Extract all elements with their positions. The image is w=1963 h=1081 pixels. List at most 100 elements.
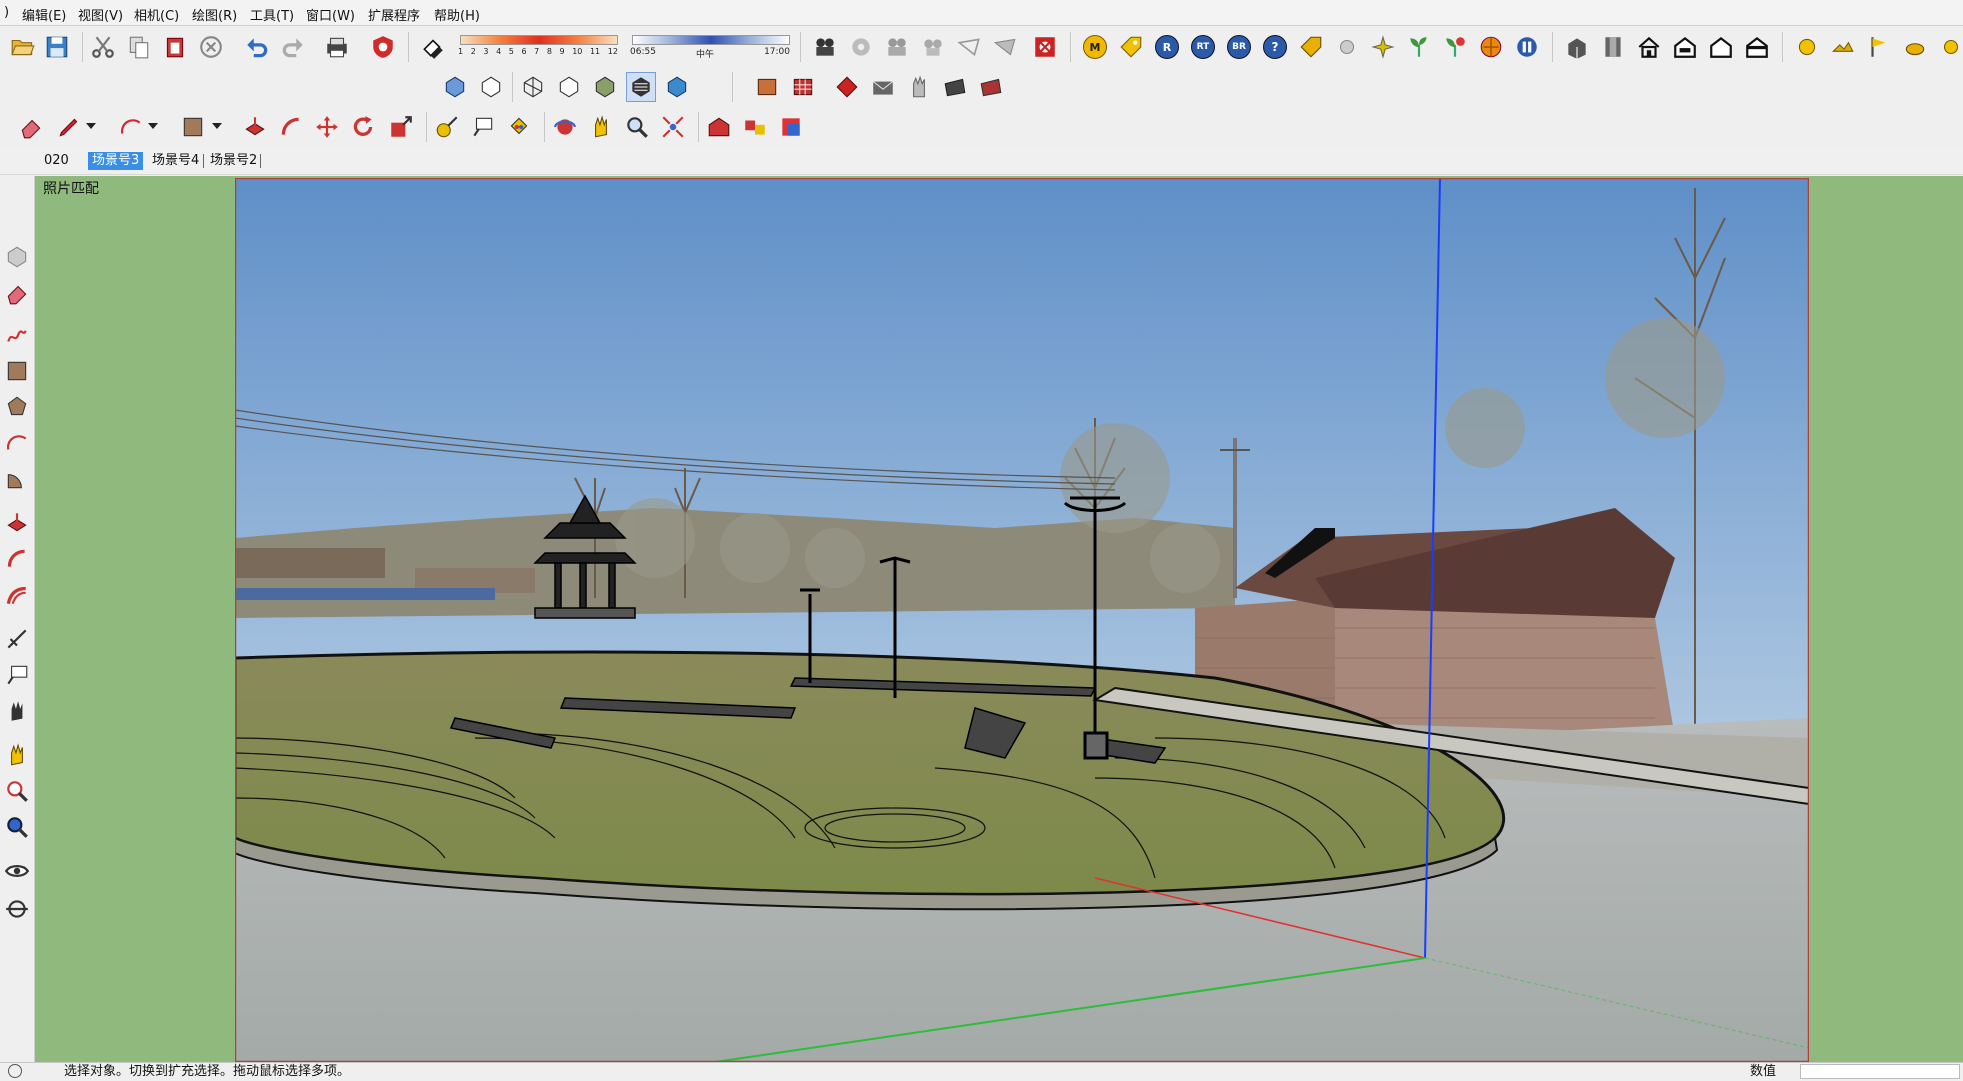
plugin-help-button[interactable]: ? (1260, 32, 1290, 62)
arc-tool[interactable] (116, 112, 146, 142)
left-zoom-tool[interactable] (2, 776, 32, 806)
menu-tools[interactable]: 工具(T) (250, 5, 294, 24)
extension-warehouse-button[interactable] (776, 112, 806, 142)
view-front-button[interactable] (1634, 32, 1664, 62)
plugin-m-button[interactable]: M (1080, 32, 1110, 62)
shadow-month-slider[interactable]: 1 2 3 4 5 6 7 8 9 10 11 12 (458, 33, 618, 63)
style-wireframe-button[interactable] (518, 72, 548, 102)
plugin-plane3-button[interactable] (940, 72, 970, 102)
scene-tab-3[interactable]: 场景号3 (88, 152, 144, 170)
follow-me-tool[interactable] (276, 112, 306, 142)
plugin-r-button[interactable]: R (1152, 32, 1182, 62)
text-tool[interactable] (468, 112, 498, 142)
plugin-disabled-button[interactable] (846, 32, 876, 62)
orbit-tool[interactable] (550, 112, 580, 142)
menu-help[interactable]: 帮助(H) (434, 5, 480, 24)
paste-button[interactable] (160, 32, 190, 62)
menu-item-file-partial[interactable]: ) (4, 5, 9, 20)
scale-tool[interactable] (386, 112, 416, 142)
shape-dropdown-arrow[interactable] (212, 123, 222, 129)
left-text-tool[interactable] (2, 660, 32, 690)
view-back-button[interactable] (1706, 32, 1736, 62)
plugin-plane2-button[interactable] (990, 32, 1020, 62)
left-pie-tool[interactable] (2, 464, 32, 494)
plugin-orange-button[interactable] (1476, 32, 1506, 62)
tape-measure-tool[interactable] (432, 112, 462, 142)
line-dropdown-arrow[interactable] (86, 123, 96, 129)
plugin-glove-button[interactable] (904, 72, 934, 102)
save-button[interactable] (42, 32, 72, 62)
plugin-star-button[interactable] (1368, 32, 1398, 62)
left-axes-tool[interactable] (2, 696, 32, 726)
redo-button[interactable] (278, 32, 308, 62)
erase-button[interactable] (196, 32, 226, 62)
left-offset-tool[interactable] (2, 580, 32, 610)
menu-draw[interactable]: 绘图(R) (192, 5, 237, 24)
left-pan-tool[interactable] (2, 740, 32, 770)
pan-tool[interactable] (586, 112, 616, 142)
menu-view[interactable]: 视图(V) (78, 5, 123, 24)
plugin-tag2-button[interactable] (1296, 32, 1326, 62)
plugin-br-button[interactable]: BR (1224, 32, 1254, 62)
style-backedges-button[interactable] (476, 72, 506, 102)
view-right-button[interactable] (1670, 32, 1700, 62)
layer-button[interactable] (1900, 32, 1930, 62)
left-rect-tool[interactable] (2, 356, 32, 386)
modeling-viewport[interactable]: 照片匹配 (35, 176, 1963, 1062)
plugin-red-button[interactable] (1030, 32, 1060, 62)
view-iso-button[interactable] (1562, 32, 1592, 62)
shadow-time-slider[interactable]: 06:55 中午 17:00 (630, 33, 790, 63)
menu-extensions[interactable]: 扩展程序 (368, 5, 420, 24)
plugin-rt-button[interactable]: RT (1188, 32, 1218, 62)
scene-tab-2[interactable]: 场景号2 (206, 152, 261, 170)
plugin-sphere-button[interactable] (1332, 32, 1362, 62)
left-polygon-tool[interactable] (2, 392, 32, 422)
plugin-tag-button[interactable] (1116, 32, 1146, 62)
open-button[interactable] (8, 32, 38, 62)
plugin-diamond-button[interactable] (832, 72, 862, 102)
scene-tab-4[interactable]: 场景号4 (148, 152, 203, 170)
left-tape-tool[interactable] (2, 624, 32, 654)
model-info-button[interactable] (368, 32, 398, 62)
rotate-tool[interactable] (348, 112, 378, 142)
plugin-render-button[interactable] (810, 32, 840, 62)
undo-button[interactable] (242, 32, 272, 62)
style-textured-button[interactable] (626, 72, 656, 102)
push-pull-tool[interactable] (240, 112, 270, 142)
photo-match-scene[interactable] (235, 178, 1809, 1062)
paint-bucket-tool[interactable] (504, 112, 534, 142)
move-tool[interactable] (312, 112, 342, 142)
copy-button[interactable] (124, 32, 154, 62)
left-pushpull-tool[interactable] (2, 508, 32, 538)
left-arc-tool[interactable] (2, 428, 32, 458)
plugin-plane4-button[interactable] (976, 72, 1006, 102)
left-zoomwindow-tool[interactable] (2, 812, 32, 842)
left-section-tool[interactable] (2, 894, 32, 924)
plugin-camera2-button[interactable] (882, 32, 912, 62)
components-button[interactable] (740, 112, 770, 142)
left-select-tool[interactable] (2, 242, 32, 272)
warehouse-button[interactable] (704, 112, 734, 142)
sandbox-button[interactable] (1828, 32, 1858, 62)
left-freehand-tool[interactable] (2, 320, 32, 350)
zoom-extents-tool[interactable] (658, 112, 688, 142)
plugin-pause-button[interactable] (1512, 32, 1542, 62)
location-button[interactable] (1792, 32, 1822, 62)
measurements-input[interactable] (1800, 1064, 1960, 1079)
line-tool[interactable] (54, 112, 84, 142)
shadow-toggle-button[interactable] (418, 32, 448, 62)
scene-tab-020[interactable]: 020 (40, 152, 73, 170)
plugin-plant-button[interactable] (1404, 32, 1434, 62)
print-button[interactable] (322, 32, 352, 62)
cut-button[interactable] (88, 32, 118, 62)
plugin-grid-button[interactable] (788, 72, 818, 102)
view-left-button[interactable] (1742, 32, 1772, 62)
menu-edit[interactable]: 编辑(E) (22, 5, 66, 24)
zoom-tool[interactable] (622, 112, 652, 142)
view-top-button[interactable] (1598, 32, 1628, 62)
style-monochrome-button[interactable] (662, 72, 692, 102)
flag-button[interactable] (1864, 32, 1894, 62)
arc-dropdown-arrow[interactable] (148, 123, 158, 129)
overflow-button[interactable] (1936, 32, 1963, 62)
rectangle-tool[interactable] (178, 112, 208, 142)
